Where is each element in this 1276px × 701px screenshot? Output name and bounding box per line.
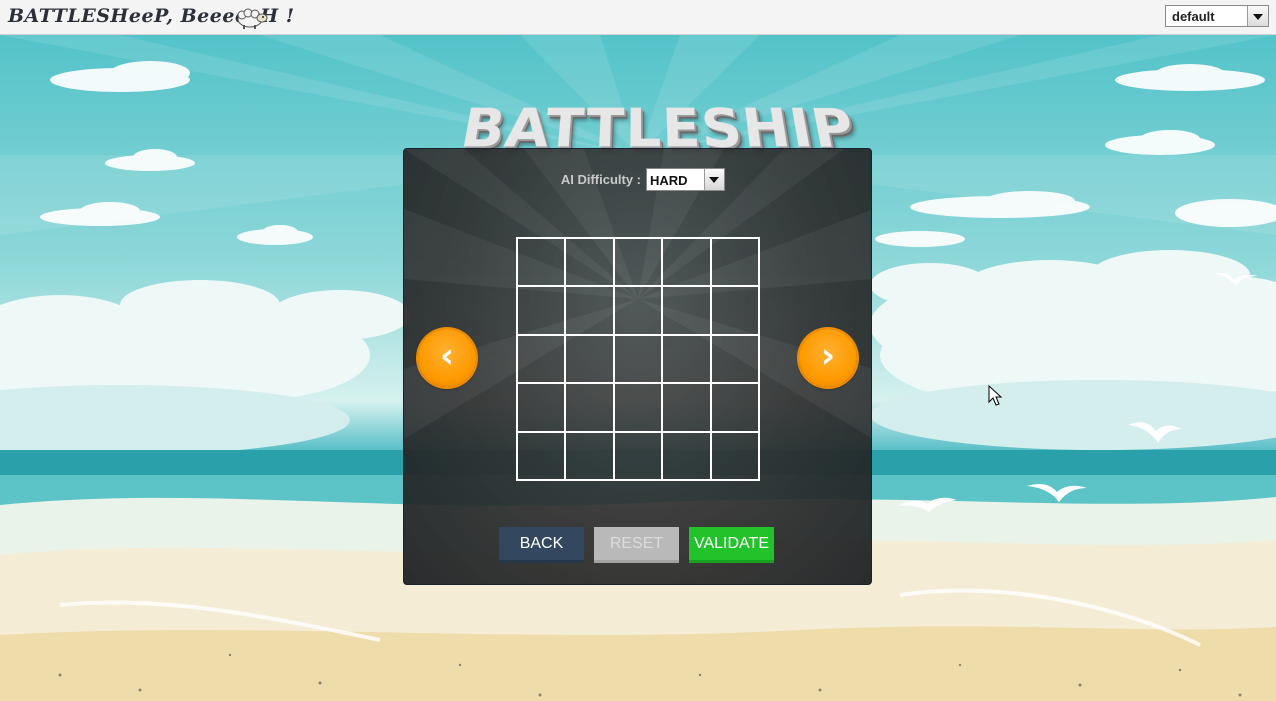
- board-cell[interactable]: [517, 431, 566, 480]
- board-cell[interactable]: [565, 334, 614, 384]
- theme-select-value: default: [1172, 9, 1215, 24]
- board-cell[interactable]: [613, 286, 663, 335]
- seagull-icon: [897, 497, 957, 512]
- board-cell[interactable]: [613, 383, 663, 432]
- board-cell[interactable]: [710, 286, 759, 335]
- board-cell[interactable]: [662, 286, 711, 335]
- board-cell[interactable]: [710, 383, 759, 432]
- board-cell[interactable]: [710, 334, 759, 384]
- chevron-right-icon: ›: [820, 336, 835, 376]
- sheep-icon: [237, 8, 268, 29]
- board-cell[interactable]: [517, 334, 566, 384]
- board-cell[interactable]: [613, 431, 663, 480]
- seagull-icon: [1214, 272, 1258, 286]
- board-cell[interactable]: [613, 238, 663, 287]
- board-cell[interactable]: [710, 431, 759, 480]
- ai-difficulty-label: AI Difficulty :: [560, 172, 641, 187]
- board-cell[interactable]: [613, 334, 663, 384]
- reset-button[interactable]: RESET: [594, 527, 679, 563]
- next-button[interactable]: ›: [799, 329, 857, 387]
- board-cell[interactable]: [517, 286, 566, 335]
- board-cell[interactable]: [565, 286, 614, 335]
- ai-difficulty-value: HARD: [650, 173, 688, 188]
- board-cell[interactable]: [710, 238, 759, 287]
- chevron-down-icon[interactable]: [704, 169, 724, 190]
- setup-panel: AI Difficulty : HARD ‹ › BACK RESET VALI…: [403, 148, 872, 585]
- board-cell[interactable]: [565, 238, 614, 287]
- chevron-down-icon[interactable]: [1247, 6, 1268, 26]
- seagull-icon: [1128, 422, 1182, 443]
- seagull-icon: [1027, 484, 1087, 502]
- title-bar: BATTLESHeeP, BeeeeeH ! default: [0, 0, 1276, 35]
- board-cell[interactable]: [517, 383, 566, 432]
- theme-select[interactable]: default: [1165, 5, 1269, 27]
- previous-button[interactable]: ‹: [418, 329, 476, 387]
- back-button[interactable]: BACK: [499, 527, 584, 563]
- validate-button[interactable]: VALIDATE: [689, 527, 774, 563]
- board-cell[interactable]: [565, 431, 614, 480]
- board-cell[interactable]: [662, 383, 711, 432]
- ai-difficulty-select[interactable]: HARD: [646, 168, 725, 191]
- board-cell[interactable]: [662, 238, 711, 287]
- mouse-cursor-icon: [988, 385, 1003, 406]
- board-cell[interactable]: [517, 238, 566, 287]
- board-cell[interactable]: [662, 334, 711, 384]
- board-cell[interactable]: [662, 431, 711, 480]
- board-cell[interactable]: [565, 383, 614, 432]
- chevron-left-icon: ‹: [439, 336, 454, 376]
- game-board: [516, 237, 760, 481]
